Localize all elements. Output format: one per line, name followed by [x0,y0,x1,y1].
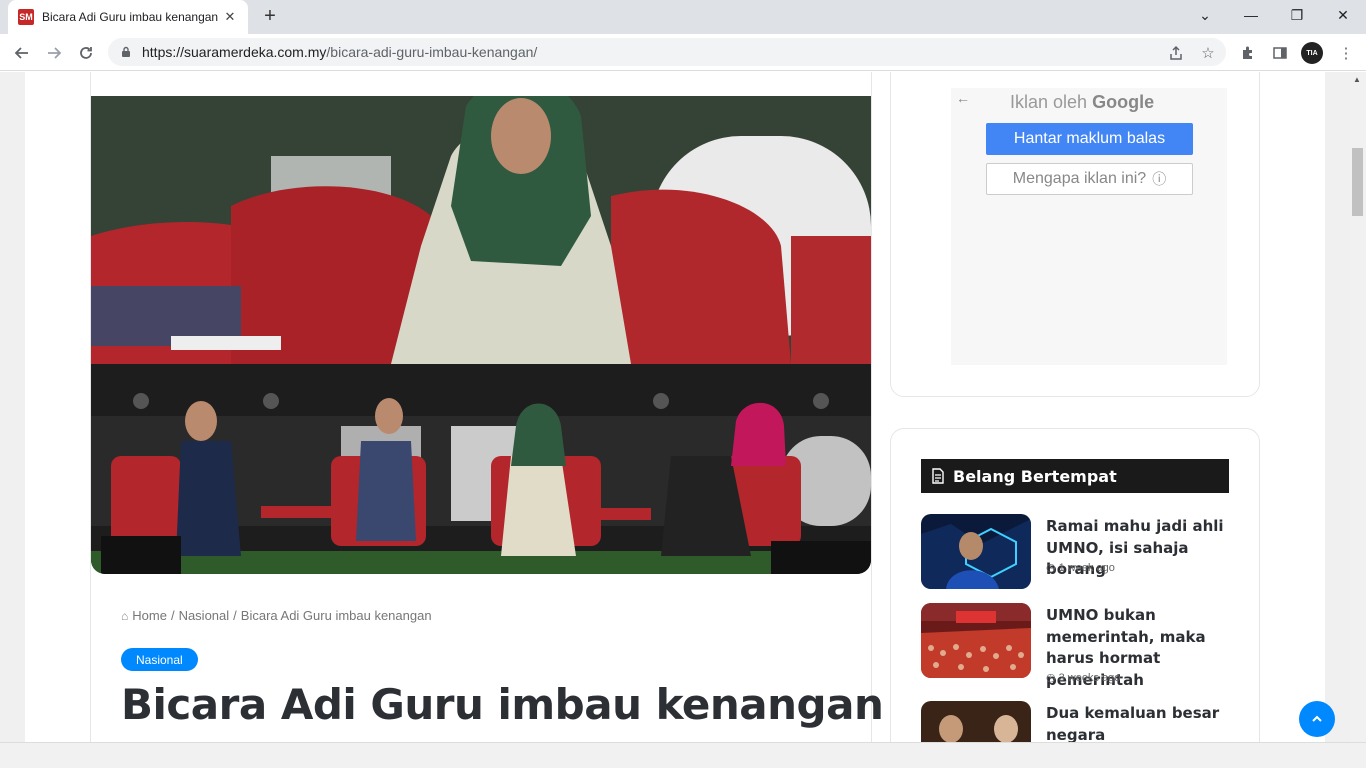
post-meta: ◷ 3 weeks ago [1046,671,1121,685]
breadcrumb-home-link[interactable]: Home [132,608,167,623]
info-icon: ⓘ [1152,171,1167,187]
list-item[interactable]: UMNO bukan memerintah, maka harus hormat… [921,603,1231,689]
ad-feedback-button[interactable]: Hantar maklum balas [986,123,1193,155]
breadcrumb-separator: / [233,608,237,623]
home-icon: ⌂ [121,608,129,623]
browser-toolbar: https://suaramerdeka.com.my/bicara-adi-g… [0,34,1366,71]
ad-why-button[interactable]: Mengapa iklan ini? ⓘ [986,163,1193,195]
post-thumbnail[interactable] [921,603,1031,678]
breadcrumb-separator: / [170,608,175,623]
tab-title: Bicara Adi Guru imbau kenangan [42,10,218,24]
breadcrumb-current: Bicara Adi Guru imbau kenangan [240,608,432,623]
browser-menu-icon[interactable]: ⋮ [1334,41,1358,65]
new-tab-icon[interactable]: + [259,5,281,27]
bookmark-star-icon[interactable]: ☆ [1196,41,1220,65]
clock-icon: ◷ [1046,562,1056,574]
breadcrumb: ⌂ Home / Nasional / Bicara Adi Guru imba… [121,608,432,623]
scroll-to-top-button[interactable] [1299,701,1335,737]
page-viewport: ⌂ Home / Nasional / Bicara Adi Guru imba… [0,72,1350,742]
category-badge[interactable]: Nasional [121,648,198,671]
back-icon[interactable] [10,41,34,65]
scroll-up-arrow-icon[interactable]: ▲ [1353,75,1361,84]
post-thumbnail[interactable] [921,701,1031,742]
share-icon[interactable] [1164,41,1188,65]
lock-icon [122,46,130,57]
breadcrumb-category-link[interactable]: Nasional [179,608,230,623]
url-text: https://suaramerdeka.com.my/bicara-adi-g… [142,44,538,60]
address-bar[interactable]: https://suaramerdeka.com.my/bicara-adi-g… [108,38,1226,66]
extensions-icon[interactable] [1236,41,1260,65]
side-panel-icon[interactable] [1268,41,1292,65]
widget-header: Belang Bertempat [921,459,1229,493]
restore-icon[interactable]: ❐ [1274,0,1320,30]
tab-strip: SM Bicara Adi Guru imbau kenangan ✕ + ⌄ … [0,0,1366,34]
profile-avatar[interactable]: TIA [1300,41,1324,65]
close-window-icon[interactable]: ✕ [1320,0,1366,30]
ad-back-icon[interactable]: ← [956,90,970,106]
article-featured-image [91,96,871,574]
document-icon [932,468,944,484]
list-item[interactable]: Dua kemaluan besar negara [921,701,1231,742]
widget-title: Belang Bertempat [953,466,1117,486]
list-item[interactable]: Ramai mahu jadi ahli UMNO, isi sahaja bo… [921,514,1231,594]
post-thumbnail[interactable] [921,514,1031,589]
minimize-icon[interactable]: — [1228,0,1274,30]
browser-tab[interactable]: SM Bicara Adi Guru imbau kenangan ✕ [8,0,248,34]
tab-search-icon[interactable]: ⌄ [1182,0,1228,30]
article-title: Bicara Adi Guru imbau kenangan [121,680,884,729]
scrollbar-thumb[interactable] [1352,148,1363,216]
status-strip [0,742,1366,768]
reload-icon[interactable] [74,41,98,65]
close-tab-icon[interactable]: ✕ [222,9,238,25]
forward-icon[interactable] [42,41,66,65]
ad-attribution: Iklan oleh Google [1010,92,1155,112]
site-favicon-icon: SM [18,9,34,25]
clock-icon: ◷ [1046,672,1056,684]
post-title-link[interactable]: Dua kemaluan besar negara [1046,703,1236,742]
post-meta: ◷ 1 week ago [1046,561,1115,575]
